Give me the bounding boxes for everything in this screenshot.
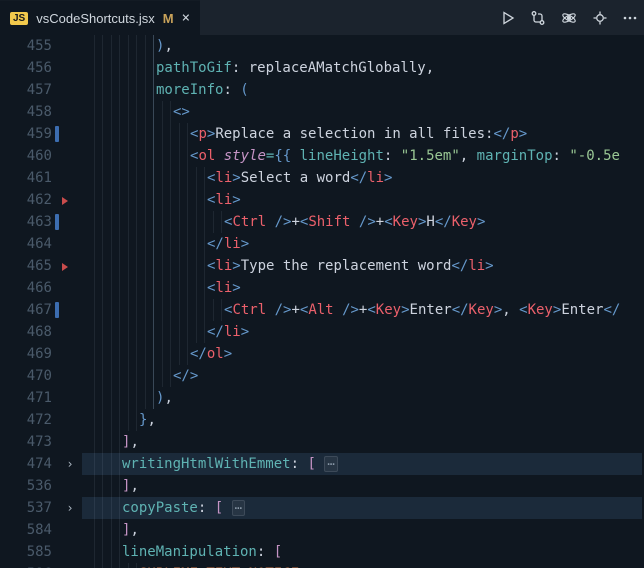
line-number: 467 — [0, 299, 52, 321]
code-line[interactable]: <ol style={{ lineHeight: "1.5em", margin… — [82, 145, 644, 167]
code-line[interactable]: pathToGif: replaceAMatchGlobally, — [82, 57, 644, 79]
tab-title: vsCodeShortcuts.jsx — [36, 11, 155, 26]
git-compare-icon[interactable] — [530, 10, 546, 26]
code-line[interactable]: copyPaste: [ ⋯ — [82, 497, 644, 519]
line-number: 586 — [0, 563, 52, 568]
line-number: 469 — [0, 343, 52, 365]
line-number: 584 — [0, 519, 52, 541]
code-line[interactable]: <li> — [82, 189, 644, 211]
line-number: 455 — [0, 35, 52, 57]
tab-bar: JS vsCodeShortcuts.jsx M × — [0, 0, 644, 35]
atom-icon[interactable] — [560, 9, 578, 27]
editor-toolbar — [500, 0, 638, 35]
code-line[interactable]: <p>Replace a selection in all files:</p> — [82, 123, 644, 145]
code-line[interactable]: ], — [82, 431, 644, 453]
fold-column[interactable]: ›› — [62, 35, 82, 568]
tab-close-icon[interactable]: × — [182, 11, 190, 25]
line-number: 474 — [0, 453, 52, 475]
line-number: 471 — [0, 387, 52, 409]
line-number-gutter: 4554564574584594604614624634644654664674… — [0, 35, 62, 568]
code-line[interactable]: </li> — [82, 321, 644, 343]
code-line[interactable]: ), — [82, 387, 644, 409]
fold-chevron-icon[interactable]: › — [62, 497, 78, 519]
code-line[interactable]: lineManipulation: [ — [82, 541, 644, 563]
line-number: 463 — [0, 211, 52, 233]
code-line[interactable]: ), — [82, 35, 644, 57]
line-number: 462 — [0, 189, 52, 211]
line-number: 536 — [0, 475, 52, 497]
code-line[interactable]: SUBLIME_TEXT_NOTICE — [82, 563, 644, 568]
line-number: 465 — [0, 255, 52, 277]
line-number: 456 — [0, 57, 52, 79]
line-number: 585 — [0, 541, 52, 563]
line-number: 457 — [0, 79, 52, 101]
line-number: 460 — [0, 145, 52, 167]
code-line[interactable]: ], — [82, 519, 644, 541]
fold-chevron-icon[interactable]: › — [62, 453, 78, 475]
run-icon[interactable] — [500, 10, 516, 26]
line-number: 461 — [0, 167, 52, 189]
code-line[interactable]: }, — [82, 409, 644, 431]
line-number: 459 — [0, 123, 52, 145]
target-icon[interactable] — [592, 10, 608, 26]
code-line[interactable]: </ol> — [82, 343, 644, 365]
code-line[interactable]: <li>Select a word</li> — [82, 167, 644, 189]
code-editor[interactable]: ),pathToGif: replaceAMatchGlobally,moreI… — [0, 35, 644, 568]
code-line[interactable]: <> — [82, 101, 644, 123]
code-line[interactable]: ], — [82, 475, 644, 497]
code-line[interactable]: <li> — [82, 277, 644, 299]
editor-tab[interactable]: JS vsCodeShortcuts.jsx M × — [0, 0, 200, 35]
line-number: 468 — [0, 321, 52, 343]
line-number: 472 — [0, 409, 52, 431]
line-number: 464 — [0, 233, 52, 255]
tab-modified-indicator: M — [163, 11, 174, 26]
code-line[interactable]: <Ctrl />+<Alt />+<Key>Enter</Key>, <Key>… — [82, 299, 644, 321]
line-number: 537 — [0, 497, 52, 519]
line-number: 473 — [0, 431, 52, 453]
code-line[interactable]: <Ctrl />+<Shift />+<Key>H</Key> — [82, 211, 644, 233]
code-line[interactable]: moreInfo: ( — [82, 79, 644, 101]
code-line[interactable]: writingHtmlWithEmmet: [ ⋯ — [82, 453, 644, 475]
more-icon[interactable] — [622, 10, 638, 26]
code-line[interactable]: </li> — [82, 233, 644, 255]
line-number: 458 — [0, 101, 52, 123]
line-number: 466 — [0, 277, 52, 299]
js-file-icon: JS — [10, 12, 28, 25]
line-number: 470 — [0, 365, 52, 387]
code-line[interactable]: </> — [82, 365, 644, 387]
code-line[interactable]: <li>Type the replacement word</li> — [82, 255, 644, 277]
